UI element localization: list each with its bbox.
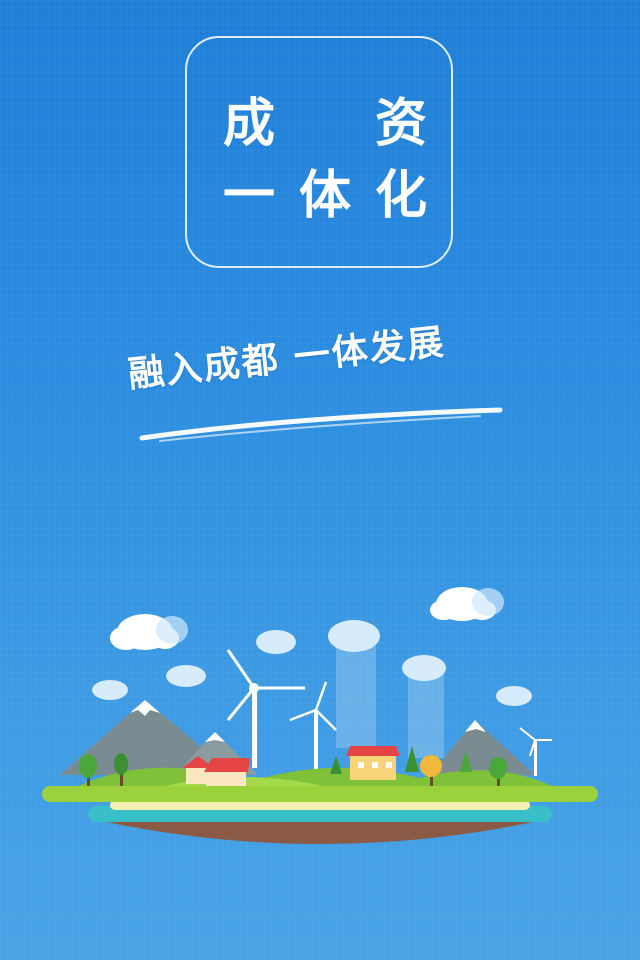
rain-cloud-icon [328, 620, 446, 758]
slogan: 融入成都 一体发展 [120, 321, 520, 448]
logo-char: 成 [223, 94, 276, 154]
island-base [42, 786, 598, 844]
cloud-icon [430, 587, 504, 621]
splash-screen: 成 资 一 体 化 融入成都 一体发展 [0, 0, 640, 960]
logo-char: 体 [298, 166, 351, 226]
cloud-icon [110, 614, 188, 650]
logo-line-1: 成 资 [187, 94, 451, 154]
logo-char: 化 [374, 166, 427, 226]
app-logo-badge: 成 资 一 体 化 [185, 36, 453, 268]
logo-char: 一 [223, 166, 276, 226]
logo-line-2: 一 体 化 [187, 166, 451, 226]
logo-char: 资 [374, 94, 427, 154]
floating-island-illustration [42, 587, 598, 844]
